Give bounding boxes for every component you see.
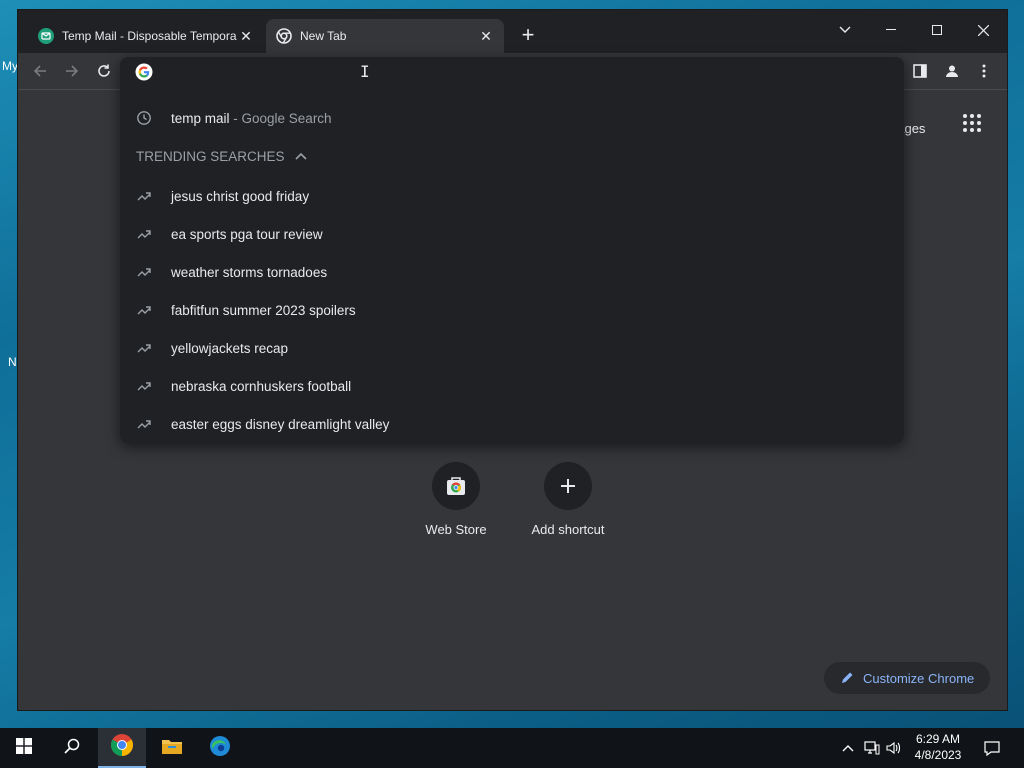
chrome-window: Temp Mail - Disposable Tempora ✕ New Tab… [18, 10, 1007, 710]
folder-icon [161, 737, 183, 760]
tab-strip: Temp Mail - Disposable Tempora ✕ New Tab… [18, 10, 1007, 53]
taskbar-file-explorer[interactable] [148, 728, 196, 768]
clock-date: 4/8/2023 [914, 748, 962, 762]
trending-text: ea sports pga tour review [171, 226, 323, 242]
trending-item[interactable]: yellowjackets recap [120, 329, 904, 367]
trending-arrow-icon [136, 302, 152, 318]
close-tab-icon[interactable]: ✕ [238, 28, 254, 44]
trending-item[interactable]: jesus christ good friday [120, 177, 904, 215]
trending-arrow-icon [136, 188, 152, 204]
notifications-icon[interactable] [982, 738, 1002, 758]
back-arrow-icon[interactable] [28, 59, 52, 83]
tab-search-icon[interactable] [822, 16, 868, 44]
search-icon [64, 738, 80, 759]
tab-title: New Tab [300, 29, 347, 43]
taskbar-search-button[interactable] [48, 728, 96, 768]
trending-text: weather storms tornadoes [171, 264, 328, 280]
trending-arrow-icon [136, 416, 152, 432]
trending-item[interactable]: ea sports pga tour review [120, 215, 904, 253]
start-button[interactable] [0, 728, 48, 768]
plus-icon [544, 462, 592, 510]
desktop-icon-label: My [2, 59, 18, 73]
chrome-icon [276, 28, 292, 44]
tab-title: Temp Mail - Disposable Tempora [62, 29, 237, 43]
suggestion-suffix: - Google Search [229, 110, 332, 126]
shortcut-add[interactable]: Add shortcut [518, 462, 618, 537]
maximize-button[interactable] [914, 16, 960, 44]
customize-chrome-button[interactable]: Customize Chrome [824, 662, 990, 694]
trending-arrow-icon [136, 264, 152, 280]
chrome-icon [110, 733, 134, 762]
text-cursor: I [360, 62, 370, 81]
google-apps-icon[interactable] [962, 113, 982, 133]
shortcut-web-store[interactable]: Web Store [406, 462, 506, 537]
side-panel-icon[interactable] [908, 59, 932, 83]
history-suggestion[interactable]: temp mail - Google Search [120, 99, 904, 137]
omnibox-input[interactable]: I [120, 57, 904, 91]
customize-label: Customize Chrome [863, 670, 975, 686]
trending-text: jesus christ good friday [171, 188, 310, 204]
trending-text: nebraska cornhuskers football [171, 378, 352, 394]
taskbar-clock[interactable]: 6:29 AM 4/8/2023 [907, 731, 969, 763]
close-window-button[interactable] [960, 16, 1006, 44]
desktop-icon-label: N [8, 355, 17, 369]
taskbar: 6:29 AM 4/8/2023 [0, 728, 1024, 768]
trending-arrow-icon [136, 226, 152, 242]
windows-logo-icon [16, 737, 32, 759]
volume-icon[interactable] [884, 738, 904, 758]
trending-item[interactable]: weather storms tornadoes [120, 253, 904, 291]
trending-header-label: TRENDING SEARCHES [136, 149, 285, 164]
tempmail-icon [38, 28, 54, 44]
clock-time: 6:29 AM [915, 732, 961, 746]
suggestion-query: temp mail [171, 110, 230, 126]
edge-icon [209, 735, 231, 762]
trending-text: yellowjackets recap [171, 340, 289, 356]
trending-arrow-icon [136, 340, 152, 356]
pencil-icon [840, 671, 854, 685]
history-clock-icon [136, 110, 152, 126]
minimize-button[interactable] [868, 16, 914, 44]
profile-icon[interactable] [940, 59, 964, 83]
reload-icon[interactable] [92, 59, 116, 83]
close-tab-icon[interactable]: ✕ [478, 28, 494, 44]
google-g-icon [135, 63, 153, 81]
trending-item[interactable]: nebraska cornhuskers football [120, 367, 904, 405]
forward-arrow-icon[interactable] [60, 59, 84, 83]
trending-item[interactable]: fabfitfun summer 2023 spoilers [120, 291, 904, 329]
menu-kebab-icon[interactable] [972, 59, 996, 83]
trending-text: fabfitfun summer 2023 spoilers [171, 302, 356, 318]
chevron-up-icon[interactable] [838, 738, 858, 758]
taskbar-chrome[interactable] [98, 728, 146, 768]
tab-new-tab[interactable]: New Tab ✕ [266, 19, 504, 53]
taskbar-edge[interactable] [196, 728, 244, 768]
shortcut-label: Web Store [425, 522, 487, 537]
trending-arrow-icon [136, 378, 152, 394]
shortcut-label: Add shortcut [531, 522, 605, 537]
chevron-up-icon[interactable] [294, 151, 307, 163]
network-icon[interactable] [862, 738, 882, 758]
trending-searches-header[interactable]: TRENDING SEARCHES [136, 149, 307, 164]
trending-text: easter eggs disney dreamlight valley [171, 416, 390, 432]
web-store-icon [432, 462, 480, 510]
omnibox-dropdown: I temp mail - Google Search TRENDING SEA… [120, 57, 904, 443]
new-tab-button[interactable]: + [516, 24, 540, 48]
tab-temp-mail[interactable]: Temp Mail - Disposable Tempora ✕ [28, 19, 264, 53]
suggestion-text: temp mail - Google Search [171, 111, 332, 126]
trending-item[interactable]: easter eggs disney dreamlight valley [120, 405, 904, 443]
